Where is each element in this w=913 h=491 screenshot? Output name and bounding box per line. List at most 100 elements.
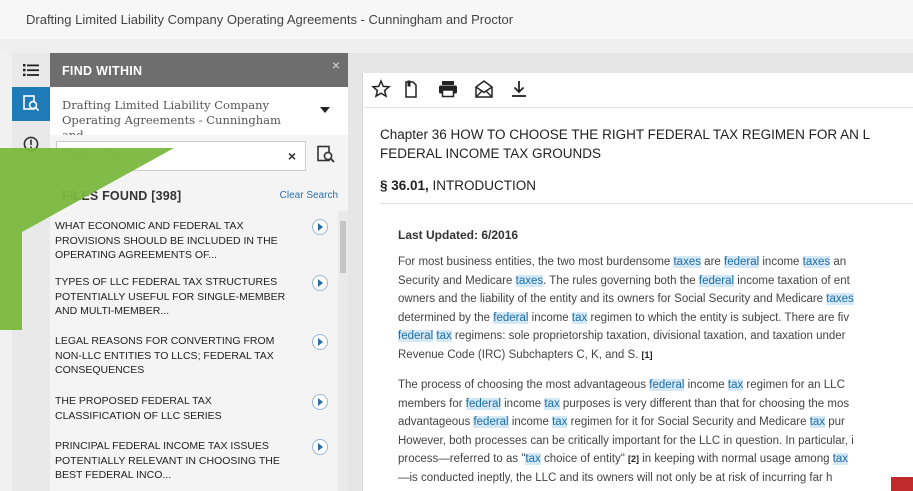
find-within-icon [23, 95, 40, 112]
search-hit-highlight[interactable]: federal [398, 330, 434, 343]
text-run: However, both processes can be criticall… [398, 434, 854, 447]
text-run: regimen for an LLC [743, 379, 845, 391]
search-hit-highlight[interactable]: federal [698, 274, 735, 287]
text-run: Security and Medicare [398, 274, 516, 287]
footnote-ref[interactable]: [2] [628, 454, 639, 464]
text-run: The process of choosing the most advanta… [398, 379, 650, 391]
result-item[interactable]: PRINCIPAL FEDERAL INCOME TAX ISSUES POTE… [50, 431, 338, 491]
text-run: purposes is very different than that for… [559, 397, 850, 410]
text-run: income [528, 311, 572, 324]
feedback-badge[interactable] [891, 477, 913, 491]
text-run: income [500, 397, 545, 410]
result-item[interactable]: TYPES OF LLC FEDERAL TAX STRUCTURES POTE… [50, 267, 338, 327]
clear-search-link[interactable]: Clear Search [280, 190, 338, 201]
text-run: process—referred to as " [398, 453, 526, 466]
text-run: choice of entity" [540, 453, 628, 466]
text-line: owners and the liability of the entity a… [398, 290, 913, 309]
document-area: Chapter 36 HOW TO CHOOSE THE RIGHT FEDER… [348, 53, 913, 491]
search-hit-highlight[interactable]: federal [493, 311, 529, 324]
add-note-button[interactable] [401, 79, 423, 101]
result-title: PRINCIPAL FEDERAL INCOME TAX ISSUES POTE… [55, 440, 280, 481]
text-run: are [700, 256, 724, 268]
section-heading: § 36.01, INTRODUCTION [380, 178, 536, 193]
find-within-button[interactable] [12, 87, 50, 121]
search-hit-highlight[interactable]: federal [649, 379, 685, 391]
go-to-result-icon[interactable] [312, 219, 328, 235]
result-item[interactable]: WHAT ECONOMIC AND FEDERAL TAX PROVISIONS… [50, 211, 338, 268]
close-icon[interactable]: × [332, 57, 340, 73]
result-item[interactable]: LEGAL REASONS FOR CONVERTING FROM NON-LL… [50, 326, 338, 387]
search-hit-highlight[interactable]: tax [571, 311, 588, 324]
text-run: income taxation of ent [734, 274, 850, 287]
chevron-down-icon [320, 107, 330, 113]
search-input[interactable] [62, 148, 266, 162]
search-hit-highlight[interactable]: federal [465, 397, 501, 410]
search-hit-highlight[interactable]: tax [525, 453, 541, 466]
paragraph-1: For most business entities, the two most… [398, 253, 913, 365]
search-hit-highlight[interactable]: taxes [673, 256, 701, 268]
search-hit-highlight[interactable]: tax [727, 379, 744, 391]
text-run: owners and the liability of the entity a… [398, 293, 827, 306]
text-run: Revenue Code (IRC) Subchapters C, K, and… [398, 348, 642, 361]
go-to-result-icon[interactable] [312, 275, 328, 291]
divider [380, 203, 913, 204]
window-title: Drafting Limited Liability Company Opera… [26, 12, 514, 27]
search-hit-highlight[interactable]: taxes [826, 293, 854, 306]
text-line: advantageous federal income tax regimen … [398, 413, 913, 432]
go-to-result-icon[interactable] [312, 394, 328, 410]
text-run: regimens: sole proprietorship taxation, … [451, 330, 846, 343]
go-to-result-icon[interactable] [312, 439, 328, 455]
search-hit-highlight[interactable]: tax [809, 416, 826, 429]
search-hit-highlight[interactable]: federal [473, 416, 509, 429]
text-run: in keeping with normal usage among [638, 453, 833, 466]
text-run: pur [825, 416, 845, 429]
text-line: —is conducted ineptly, the LLC and its o… [398, 469, 913, 488]
star-icon [371, 79, 391, 98]
last-updated: Last Updated: 6/2016 [398, 228, 519, 242]
section-number: § 36.01, [380, 178, 429, 193]
search-hit-highlight[interactable]: federal [724, 256, 760, 268]
files-found-row: FILES FOUND [398] Clear Search [50, 177, 348, 212]
text-run: income [684, 379, 728, 391]
email-button[interactable] [473, 79, 495, 101]
paragraph-2: The process of choosing the most advanta… [398, 376, 913, 488]
go-to-result-icon[interactable] [312, 334, 328, 350]
text-run: . The rules governing both the [543, 274, 699, 287]
search-document-icon [317, 145, 335, 163]
chapter-heading-line: FEDERAL INCOME TAX GROUNDS [380, 146, 602, 161]
section-title: INTRODUCTION [428, 178, 537, 193]
info-button[interactable] [12, 127, 50, 161]
footnote-ref[interactable]: [1] [642, 350, 653, 360]
toc-button[interactable] [12, 53, 50, 87]
search-hit-highlight[interactable]: taxes [515, 274, 544, 287]
find-within-panel: FIND WITHIN × Drafting Limited Liability… [50, 53, 348, 491]
search-row: × [50, 135, 348, 177]
text-run: regimen for it for Social Security and M… [567, 416, 810, 429]
search-hit-highlight[interactable]: tax [436, 330, 452, 343]
result-title: WHAT ECONOMIC AND FEDERAL TAX PROVISIONS… [55, 220, 278, 261]
text-line: For most business entities, the two most… [398, 253, 913, 272]
search-hit-highlight[interactable]: tax [544, 397, 560, 410]
clear-input-icon[interactable]: × [288, 148, 296, 164]
results-list: WHAT ECONOMIC AND FEDERAL TAX PROVISIONS… [50, 211, 338, 491]
search-button[interactable] [316, 145, 336, 170]
download-icon [512, 81, 526, 97]
search-hit-highlight[interactable]: tax [552, 416, 568, 429]
favorite-button[interactable] [371, 79, 393, 101]
document-selector[interactable]: Drafting Limited Liability Company Opera… [50, 87, 348, 142]
email-icon [475, 80, 493, 98]
results-scrollbar[interactable] [338, 211, 348, 491]
result-item[interactable]: THE PROPOSED FEDERAL TAX CLASSIFICATION … [50, 386, 338, 432]
text-run: For most business entities, the two most… [398, 256, 674, 268]
text-line: Security and Medicare taxes. The rules g… [398, 272, 913, 291]
text-run: income [759, 256, 803, 268]
text-run: members for [398, 397, 466, 410]
download-button[interactable] [509, 79, 531, 101]
scrollbar-thumb[interactable] [340, 221, 346, 273]
print-button[interactable] [437, 79, 459, 101]
search-hit-highlight[interactable]: taxes [802, 256, 831, 268]
text-line: However, both processes can be criticall… [398, 432, 913, 451]
chapter-heading-line: Chapter 36 HOW TO CHOOSE THE RIGHT FEDER… [380, 127, 871, 142]
search-hit-highlight[interactable]: tax [832, 453, 849, 466]
files-found-count: FILES FOUND [398] [62, 189, 182, 203]
